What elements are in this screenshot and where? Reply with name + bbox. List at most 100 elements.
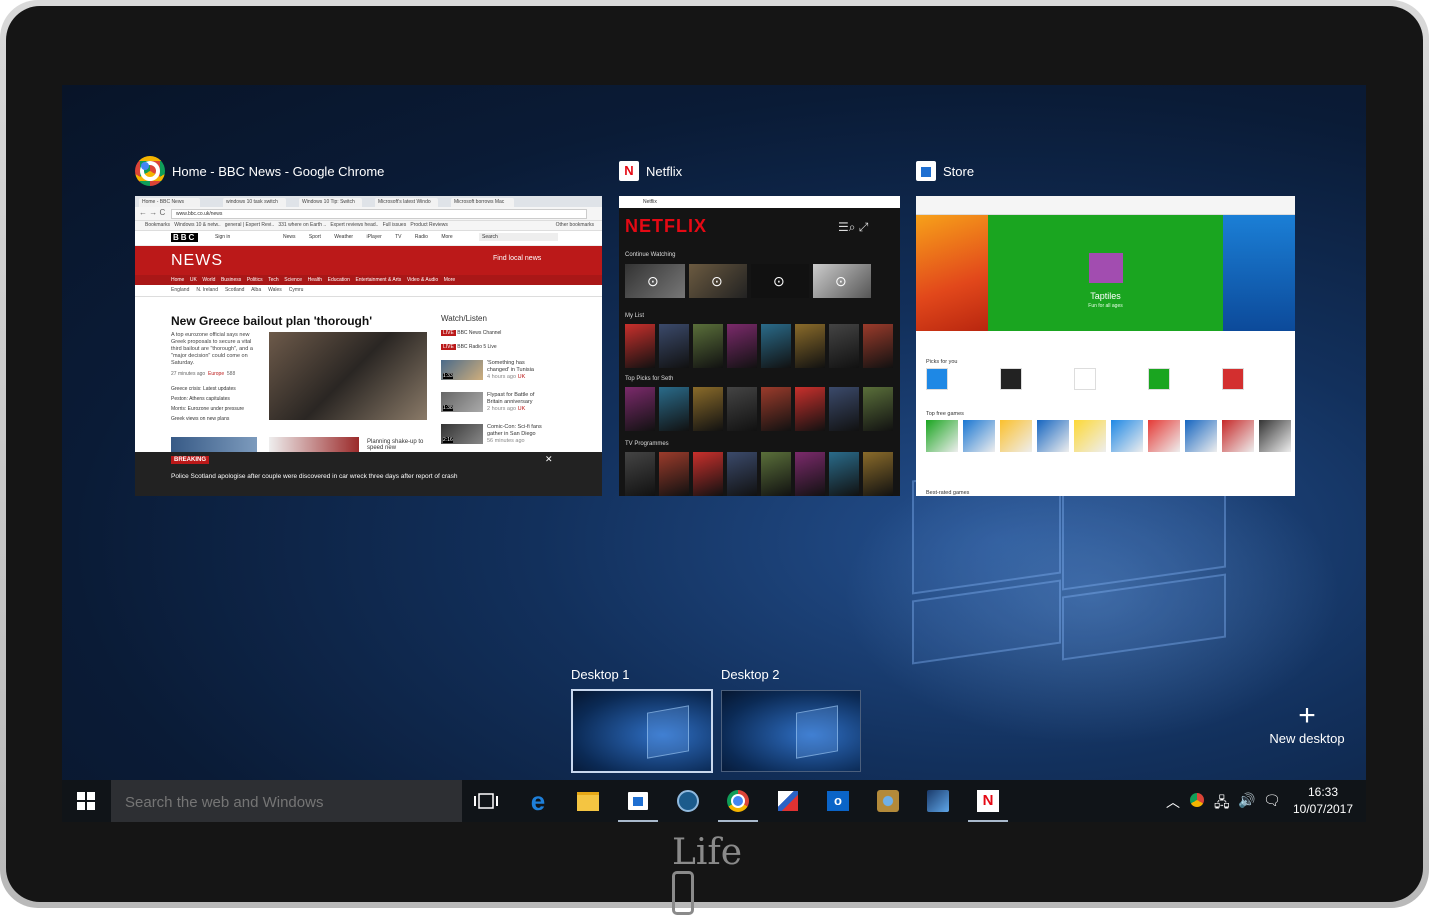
continue-watching-item: ⊙ (751, 264, 809, 298)
desktop-2-label: Desktop 2 (721, 667, 780, 682)
video-thumb: 2:16 (441, 424, 483, 444)
live-item: LIVE BBC Radio 5 Live (441, 344, 497, 350)
poster (863, 387, 893, 431)
brand-logo: Life (672, 832, 742, 915)
poster (625, 452, 655, 496)
file-explorer-icon (577, 791, 599, 811)
poster (761, 387, 791, 431)
taskbar: e o N ︿ 🖧 🔊 🗨 16:33 10/07/2017 (62, 780, 1366, 822)
breaking-news-banner: BREAKING ✕ Police Scotland apologise aft… (135, 452, 602, 496)
netflix-thumbnail: Netflix NETFLIX ☰⌕ ⤢ Continue Watching ⊙… (619, 196, 900, 496)
poster (659, 387, 689, 431)
window-title: N Netflix (619, 157, 682, 185)
steam-button[interactable] (664, 780, 712, 822)
chrome-tray-icon[interactable] (1190, 793, 1204, 807)
poster (829, 324, 859, 368)
chrome-icon (135, 156, 165, 186)
poster (727, 324, 757, 368)
poster (659, 452, 689, 496)
app-tile (1074, 368, 1096, 390)
chevron-up-icon[interactable]: ︿ (1166, 792, 1180, 812)
live-item: LIVE BBC News Channel (441, 330, 502, 336)
address-bar: ← → C www.bbc.co.uk/news (135, 207, 602, 221)
poster (693, 452, 723, 496)
task-view-window-chrome[interactable]: Home - BBC News - Google Chrome Home - B… (135, 156, 605, 502)
desktop-1-thumbnail[interactable] (571, 689, 713, 773)
bbc-logo: BBC (171, 233, 199, 242)
hearthstone-icon (877, 790, 899, 812)
game-tile (1037, 420, 1069, 452)
edge-button[interactable]: e (514, 780, 562, 822)
netflix-taskbar-button[interactable]: N (964, 780, 1012, 822)
windows-icon (77, 792, 95, 810)
continue-watching-item: ⊙ (813, 264, 871, 298)
game-tile (1148, 420, 1180, 452)
video-thumb: 1:38 (441, 392, 483, 412)
window-title: Home - BBC News - Google Chrome (135, 156, 384, 186)
task-view-window-store[interactable]: Store Taptiles Fun for all ages Picks fo… (916, 157, 1298, 502)
notifications-icon[interactable]: 🗨 (1263, 792, 1281, 809)
volume-icon[interactable]: 🔊 (1238, 792, 1255, 809)
tab-strip: Home - BBC News windows 10 task switch W… (135, 196, 602, 207)
article-photo (269, 332, 427, 420)
store-nav (916, 196, 1295, 215)
netflix-logo: NETFLIX (625, 216, 707, 236)
start-button[interactable] (62, 780, 110, 822)
headline: New Greece bailout plan 'thorough' (171, 314, 373, 328)
game-tile (926, 420, 958, 452)
netflix-icon: N (977, 790, 999, 812)
chrome-taskbar-button[interactable] (714, 780, 762, 822)
task-view-button[interactable] (462, 780, 510, 822)
poster (863, 452, 893, 496)
video-title: 'Something has changed' in Tunisia 4 hour… (487, 360, 534, 380)
poster (625, 387, 655, 431)
game-tile (1000, 420, 1032, 452)
netflix-icon: N (619, 161, 639, 181)
poster (693, 324, 723, 368)
desktop-2-thumbnail[interactable] (721, 690, 861, 772)
poster (659, 324, 689, 368)
game-button[interactable] (914, 780, 962, 822)
hearthstone-button[interactable] (864, 780, 912, 822)
story-image (269, 437, 359, 453)
search-input[interactable] (123, 791, 457, 813)
poster (829, 387, 859, 431)
bbc-top-bar: BBC Sign in News Sport Weather iPlayer T… (135, 231, 602, 246)
related-links: Greece crisis: Latest updates Peston: At… (171, 386, 245, 422)
outlook-button[interactable]: o (814, 780, 862, 822)
tab: windows 10 task switch (223, 198, 286, 207)
video-thumb: 1:33 (441, 360, 483, 380)
poster (863, 324, 893, 368)
store-icon (916, 161, 936, 181)
article-meta: 27 minutes ago Europe 588 (171, 371, 236, 377)
plus-icon: + (1298, 699, 1316, 732)
paint-icon (778, 791, 798, 811)
steam-icon (677, 790, 699, 812)
poster (727, 452, 757, 496)
store-icon (628, 792, 648, 810)
store-taskbar-button[interactable] (614, 780, 662, 822)
network-icon[interactable]: 🖧 (1214, 792, 1230, 816)
search-box[interactable] (111, 780, 462, 822)
new-desktop-button[interactable]: + New desktop (1267, 699, 1347, 747)
file-explorer-button[interactable] (564, 780, 612, 822)
clock[interactable]: 16:33 10/07/2017 (1284, 784, 1362, 818)
tab: Windows 10 Tip: Switch (299, 198, 362, 207)
game-icon (927, 790, 949, 812)
app-tile (1000, 368, 1022, 390)
netflix-menu-icons: ☰⌕ ⤢ (838, 220, 869, 234)
store-hero-right (1223, 215, 1295, 331)
bbc-news-nav: Home UK World Business Politics Tech Sci… (135, 275, 602, 285)
desktop-1-label: Desktop 1 (571, 667, 630, 682)
paint-button[interactable] (764, 780, 812, 822)
continue-watching-item: ⊙ (689, 264, 747, 298)
taptiles-icon (1089, 253, 1123, 283)
poster (761, 324, 791, 368)
window-title: Store (916, 157, 974, 185)
tab: Microsoft borrows Mac (451, 198, 514, 207)
video-title: Flypast for Battle of Britain anniversar… (487, 392, 535, 412)
game-tile (1111, 420, 1143, 452)
task-view-window-netflix[interactable]: N Netflix Netflix NETFLIX ☰⌕ ⤢ Continue … (619, 157, 904, 502)
poster (795, 452, 825, 496)
continue-watching-item: ⊙ (625, 264, 685, 298)
